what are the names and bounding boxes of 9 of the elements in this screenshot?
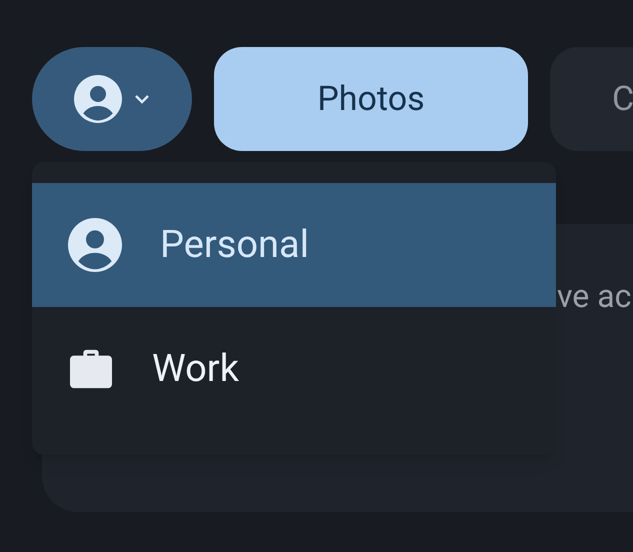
- account-icon: [74, 75, 122, 123]
- tab[interactable]: Photos: [214, 47, 528, 151]
- person-icon: [68, 218, 122, 272]
- briefcase-icon: [68, 348, 114, 390]
- caret-icon: [134, 94, 150, 104]
- card-text: ve ac: [557, 277, 632, 315]
- tab[interactable]: C: [550, 47, 633, 151]
- menu-item[interactable]: Work: [32, 307, 556, 431]
- menu-item[interactable]: Personal: [32, 183, 556, 307]
